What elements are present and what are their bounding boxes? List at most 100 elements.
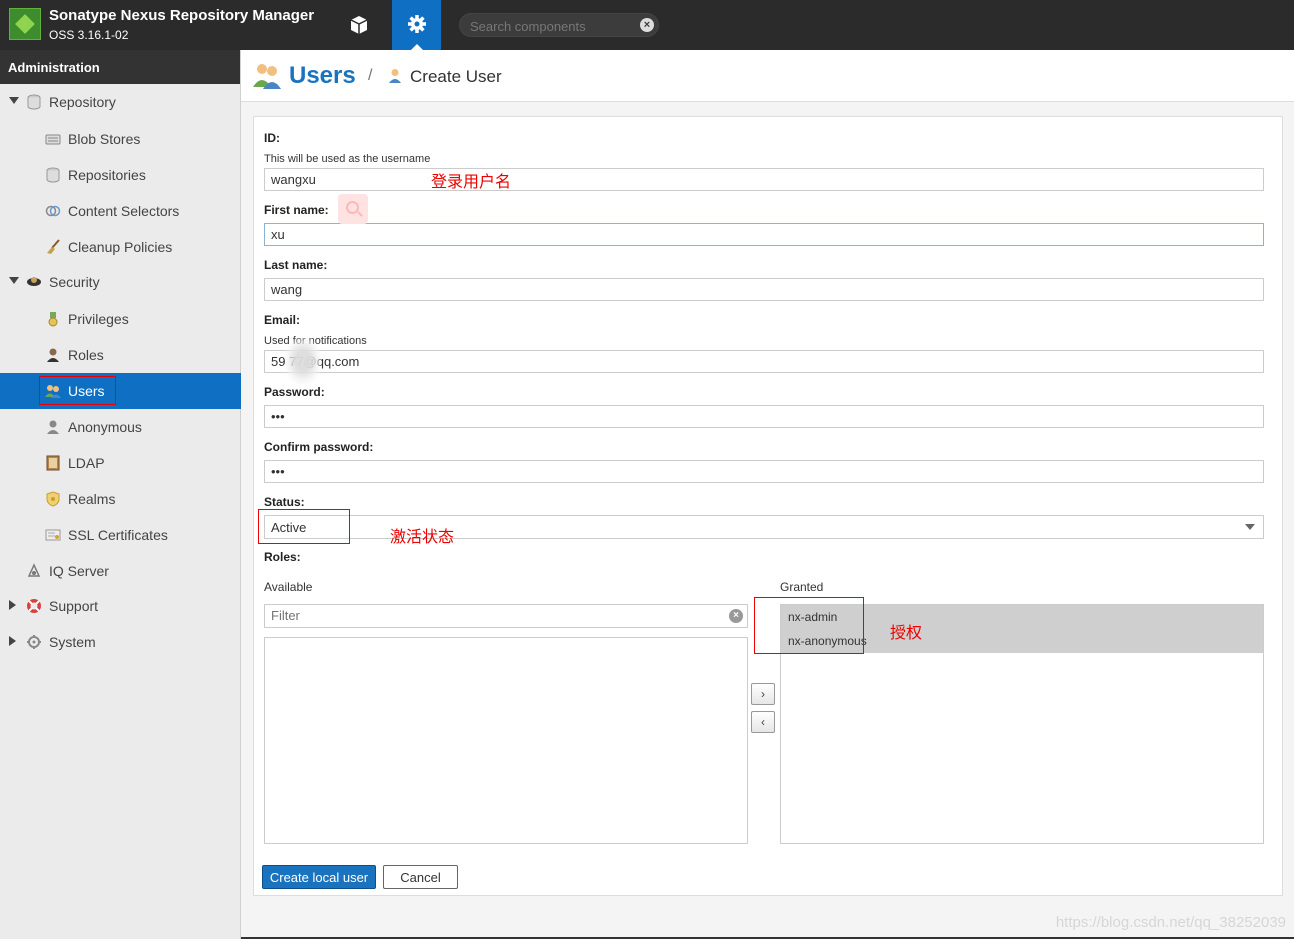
page-header: Users / Create User (241, 50, 1294, 102)
annotation-box (754, 597, 864, 654)
sidebar-item-blob-stores[interactable]: Blob Stores (0, 121, 241, 157)
sidebar-item-anonymous[interactable]: Anonymous (0, 409, 241, 445)
app-title: Sonatype Nexus Repository Manager (49, 7, 315, 24)
gear-icon (408, 15, 426, 33)
last-name-field[interactable] (264, 278, 1264, 301)
security-icon (27, 277, 41, 286)
sidebar-item-label: Anonymous (68, 419, 142, 435)
roles-label: Roles: (264, 550, 301, 564)
administration-button[interactable] (392, 0, 441, 50)
password-label: Password: (264, 385, 325, 399)
email-label: Email: (264, 313, 301, 327)
top-bar: Sonatype Nexus Repository Manager OSS 3.… (0, 0, 1294, 50)
sidebar-item-label: Blob Stores (68, 131, 141, 147)
sidebar-item-iq-server[interactable]: IQ Server (0, 553, 241, 589)
gear-icon (27, 635, 41, 649)
annotation-box (258, 509, 350, 544)
sidebar: Administration Repository Blob Stores Re… (0, 50, 241, 939)
move-left-button[interactable]: ‹ (751, 711, 775, 733)
id-label: ID: (264, 131, 280, 145)
first-name-field[interactable] (264, 223, 1264, 246)
sidebar-item-label: Support (49, 598, 99, 614)
main-content: Users / Create User ID: This will be use… (241, 50, 1294, 939)
nexus-logo[interactable] (9, 8, 41, 40)
shield-icon (46, 491, 60, 507)
cancel-button[interactable]: Cancel (383, 865, 458, 889)
breadcrumb: Create User (410, 67, 502, 86)
sidebar-item-label: Cleanup Policies (68, 239, 173, 255)
users-icon (253, 64, 281, 89)
user-icon (389, 69, 401, 83)
expand-arrow-icon[interactable] (9, 600, 16, 610)
sidebar-item-ldap[interactable]: LDAP (0, 445, 241, 481)
expand-arrow-icon[interactable] (9, 277, 19, 284)
sidebar-item-label: Privileges (68, 311, 129, 327)
move-right-button[interactable]: › (751, 683, 775, 705)
sidebar-item-repositories[interactable]: Repositories (0, 157, 241, 193)
sidebar-item-system[interactable]: System (0, 624, 241, 660)
book-icon (46, 455, 60, 471)
redaction-blur (285, 338, 321, 384)
available-roles-list[interactable] (264, 637, 748, 844)
annotation-roles-note: 授权 (890, 625, 923, 642)
sidebar-item-roles[interactable]: Roles (0, 337, 241, 373)
sidebar-item-label: LDAP (68, 455, 105, 471)
clear-filter-icon[interactable]: × (729, 609, 743, 623)
user-icon (47, 420, 59, 434)
sidebar-item-label: System (49, 634, 96, 650)
expand-arrow-icon[interactable] (9, 97, 19, 104)
granted-label: Granted (780, 580, 824, 594)
sidebar-item-label: Repository (49, 94, 116, 110)
lifebuoy-icon (27, 599, 41, 613)
breadcrumb-separator: / (368, 67, 373, 84)
chevron-down-icon[interactable] (1245, 524, 1255, 530)
sidebar-item-users[interactable]: Users (0, 373, 241, 409)
expand-arrow-icon[interactable] (9, 636, 16, 646)
blob-store-icon (45, 134, 61, 145)
app-version: OSS 3.16.1-02 (49, 28, 129, 42)
sidebar-item-label: Roles (68, 347, 104, 363)
browse-button[interactable] (334, 0, 384, 50)
sidebar-item-label: Security (49, 274, 100, 290)
sidebar-item-label: Content Selectors (68, 203, 180, 219)
sidebar-item-label: IQ Server (49, 563, 109, 579)
sidebar-item-label: Repositories (68, 167, 146, 183)
sidebar-item-security[interactable]: Security (0, 264, 241, 300)
selector-icon (45, 205, 61, 217)
sidebar-item-repository[interactable]: Repository (0, 84, 241, 120)
sidebar-item-ssl-certificates[interactable]: SSL Certificates (0, 517, 241, 553)
search-components-input[interactable] (470, 18, 635, 34)
sidebar-item-support[interactable]: Support (0, 588, 241, 624)
available-label: Available (264, 580, 313, 594)
certificate-icon (45, 529, 61, 541)
search-icon (338, 194, 368, 224)
create-local-user-button[interactable]: Create local user (262, 865, 376, 889)
role-icon (47, 348, 59, 362)
database-icon (27, 94, 41, 110)
confirm-password-field[interactable] (264, 460, 1264, 483)
sidebar-item-privileges[interactable]: Privileges (0, 301, 241, 337)
email-field[interactable] (264, 350, 1264, 373)
id-field[interactable] (264, 168, 1264, 191)
clear-search-icon[interactable]: × (640, 18, 654, 32)
annotation-id-note: 登录用户名 (431, 174, 512, 191)
annotation-box (39, 376, 116, 405)
iq-icon (27, 563, 41, 577)
sidebar-item-content-selectors[interactable]: Content Selectors (0, 193, 241, 229)
sidebar-item-realms[interactable]: Realms (0, 481, 241, 517)
search-box: × (459, 13, 659, 37)
broom-icon (47, 239, 60, 254)
password-field[interactable] (264, 405, 1264, 428)
first-name-label: First name: (264, 203, 329, 217)
id-help: This will be used as the username (264, 153, 431, 165)
cube-icon (350, 16, 368, 34)
status-label: Status: (264, 495, 305, 509)
sidebar-item-cleanup-policies[interactable]: Cleanup Policies (0, 229, 241, 265)
sidebar-item-label: SSL Certificates (68, 527, 168, 543)
annotation-status-note: 激活状态 (390, 529, 455, 546)
sidebar-item-label: Realms (68, 491, 116, 507)
page-title: Users (289, 62, 356, 89)
database-icon (46, 167, 60, 183)
filter-input[interactable] (271, 608, 711, 623)
create-user-form: ID: This will be used as the username Fi… (253, 116, 1283, 896)
